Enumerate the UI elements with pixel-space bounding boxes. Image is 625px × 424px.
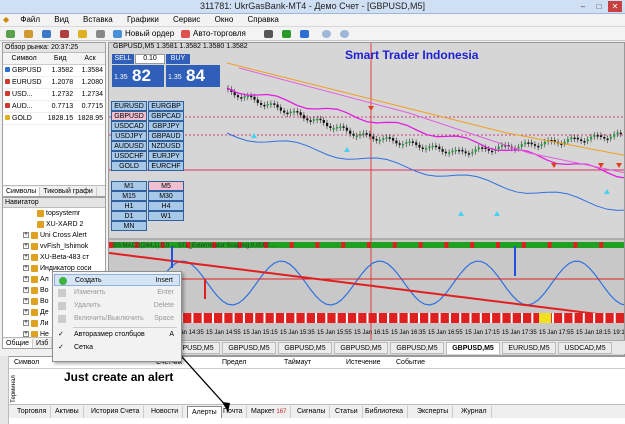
grid-icon: ✓ [58,344,64,351]
toggle-icon [58,315,66,323]
context-menu-item[interactable]: Создать Insert [54,274,180,286]
context-menu-item: Удалить Delete [54,300,180,312]
delete-icon [58,302,66,310]
context-menu-item[interactable]: ✓ Сетка [54,342,180,354]
context-menu-label: Изменить [74,289,106,296]
context-menu-separator [73,327,177,328]
context-menu-shortcut: A [169,331,174,338]
context-menu-item[interactable]: ✓ Авторазмер столбцов A [54,329,180,341]
context-menu-shortcut: Space [154,315,174,322]
context-menu-label: Создать [75,277,102,284]
context-menu-shortcut: Delete [153,302,174,309]
autosize-icon: ✓ [58,331,64,338]
context-menu: Создать Insert Изменить Enter Удалить Delete В… [52,271,182,362]
context-menu-label: Авторазмер столбцов [74,331,145,338]
context-menu-label: Удалить [74,302,101,309]
context-menu-item: Изменить Enter [54,287,180,299]
context-menu-shortcut: Insert [155,277,173,284]
create-alert-icon [59,277,67,285]
context-menu-label: Включить/Выключить [74,315,144,322]
context-menu-shortcut: Enter [157,289,174,296]
context-menu-item: Включить/Выключить Space [54,313,180,325]
edit-icon [58,289,66,297]
context-menu-label: Сетка [74,344,94,351]
